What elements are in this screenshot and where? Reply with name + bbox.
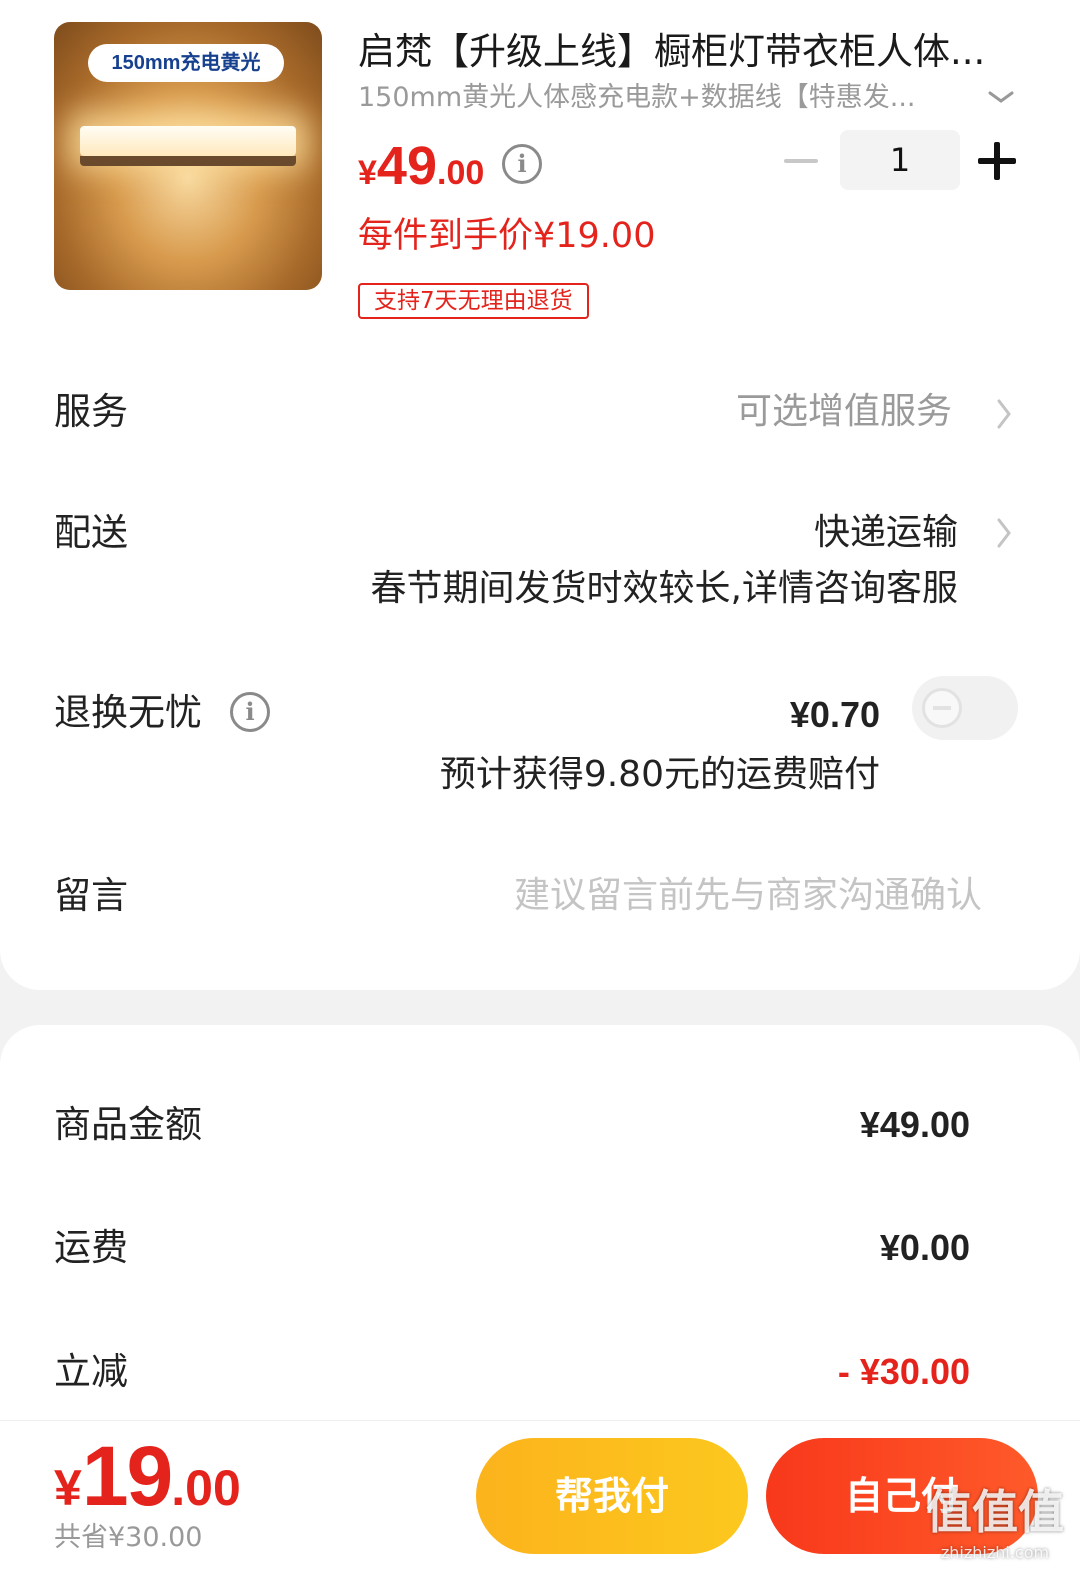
product-price: ¥49.00 [358, 134, 484, 212]
total-price-decimal: .00 [171, 1460, 241, 1516]
shipping-fee-label: 运费 [54, 1226, 128, 1269]
return-policy-badge: 支持7天无理由退货 [358, 283, 589, 319]
return-insurance-note: 预计获得9.80元的运费赔付 [439, 754, 880, 795]
delivery-value[interactable]: 快递运输 [814, 508, 958, 558]
goods-amount-label: 商品金额 [54, 1103, 202, 1146]
watermark-text: 值值值 [926, 1485, 1064, 1539]
light-bar-illustration [80, 126, 296, 166]
total-price-integer: 19 [81, 1429, 173, 1523]
toggle-knob [922, 688, 962, 728]
unit-price-label: 每件到手价¥19.00 [358, 216, 656, 256]
thumbnail-badge: 150mm充电黄光 [88, 44, 284, 82]
total-saved-label: 共省¥30.00 [54, 1522, 203, 1553]
service-label: 服务 [54, 390, 128, 433]
delivery-note: 春节期间发货时效较长,详情咨询客服 [370, 568, 958, 609]
help-pay-button[interactable]: 帮我付 [476, 1438, 748, 1554]
site-watermark: 值值值 zhizhizhi.com [920, 1482, 1070, 1572]
watermark-url: zhizhizhi.com [940, 1543, 1050, 1562]
return-insurance-toggle[interactable] [912, 676, 1018, 740]
delivery-label: 配送 [54, 511, 128, 554]
chevron-down-icon[interactable] [984, 82, 1018, 112]
price-symbol: ¥ [358, 154, 377, 192]
product-spec[interactable]: 150mm黄光人体感充电款+数据线【特惠发... [358, 78, 958, 118]
quantity-minus-button[interactable] [784, 140, 818, 180]
product-title: 启梵【升级上线】橱柜灯带衣柜人体... [358, 30, 986, 73]
return-insurance-label: 退换无忧 [54, 691, 202, 734]
total-price-symbol: ¥ [54, 1460, 82, 1516]
info-icon[interactable]: i [230, 692, 270, 732]
info-icon[interactable]: i [502, 144, 542, 184]
product-thumbnail[interactable]: 150mm充电黄光 [54, 22, 322, 290]
service-value[interactable]: 可选增值服务 [736, 387, 952, 437]
shipping-fee-value: ¥0.00 [879, 1227, 970, 1268]
return-insurance-price: ¥0.70 [789, 694, 880, 735]
quantity-input[interactable]: 1 [840, 130, 960, 190]
discount-label: 立减 [54, 1350, 128, 1393]
discount-value: - ¥30.00 [837, 1351, 970, 1392]
message-input[interactable]: 建议留言前先与商家沟通确认 [514, 871, 982, 921]
message-label: 留言 [54, 874, 128, 917]
chevron-right-icon[interactable] [994, 396, 1014, 432]
goods-amount-value: ¥49.00 [859, 1104, 970, 1145]
quantity-plus-button[interactable] [978, 142, 1016, 180]
chevron-right-icon[interactable] [994, 515, 1014, 551]
price-decimal: .00 [437, 154, 485, 192]
price-integer: 49 [376, 136, 437, 196]
